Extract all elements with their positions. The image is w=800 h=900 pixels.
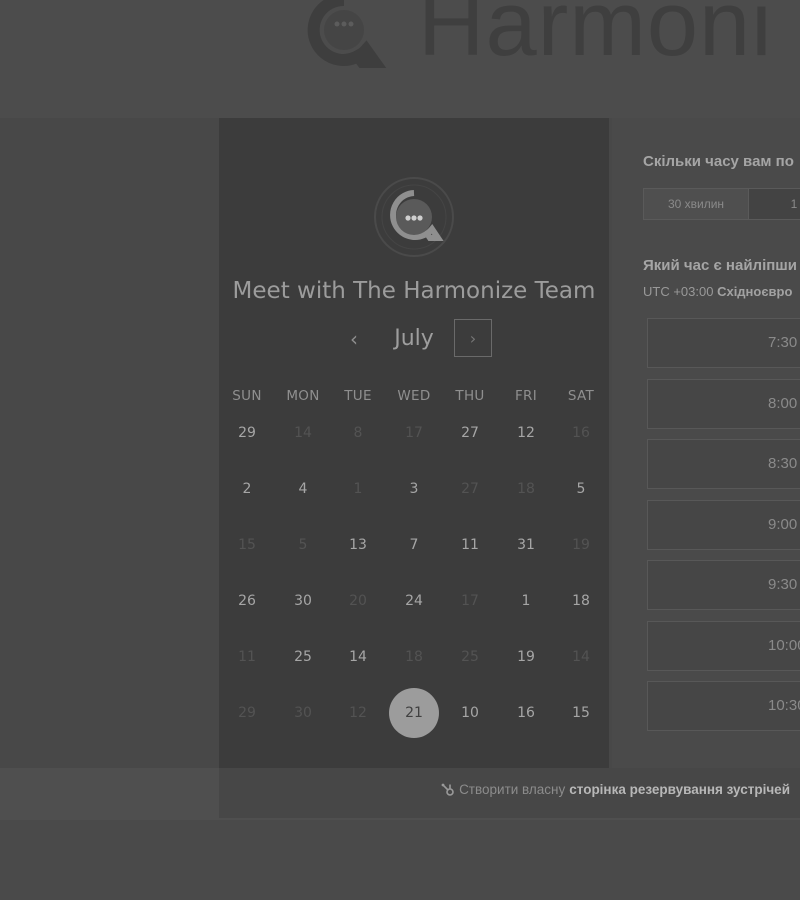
timezone-label[interactable]: UTC +03:00 Східноєвро [643, 284, 792, 299]
weekday-sun: SUN [232, 388, 262, 404]
calendar-day: 18 [405, 649, 423, 665]
time-slot[interactable]: 7:30 [647, 318, 800, 368]
booking-panel: Скільки часу вам по 30 хвилин 1 го Який … [612, 118, 800, 768]
calendar-day: 16 [572, 425, 590, 441]
duration-question: Скільки часу вам по [643, 153, 794, 170]
weekday-thu: THU [455, 388, 485, 404]
calendar-day-selected[interactable]: 21 [389, 688, 439, 738]
timezone-offset: UTC +03:00 [643, 284, 714, 299]
calendar-day[interactable]: 26 [222, 576, 272, 626]
calendar-day[interactable]: 24 [389, 576, 439, 626]
calendar-day: 18 [517, 481, 535, 497]
time-slot[interactable]: 8:00 [647, 378, 800, 429]
calendar-day[interactable]: 1 [501, 576, 551, 626]
next-month-button[interactable]: › [454, 319, 492, 357]
calendar-day[interactable]: 18 [556, 576, 606, 626]
header-band: Harmoni [0, 0, 800, 118]
calendar-day: 14 [294, 425, 312, 441]
calendar-day[interactable]: 19 [501, 632, 551, 682]
time-slot[interactable]: 10:00 [647, 620, 800, 671]
duration-option-60[interactable]: 1 го [749, 189, 800, 219]
calendar-day[interactable]: 12 [501, 408, 551, 458]
calendar-panel: Meet with The Harmonize Team ‹ July › SU… [219, 118, 609, 768]
weekday-fri: FRI [514, 388, 538, 404]
calendar-day: 30 [294, 705, 312, 721]
timezone-name: Східноєвро [717, 284, 793, 299]
calendar-day: 17 [405, 425, 423, 441]
calendar-day[interactable]: 29 [222, 408, 272, 458]
calendar-day[interactable]: 13 [333, 520, 383, 570]
footer: Створити власну сторінка резервування зу… [219, 768, 800, 818]
brand-name: Harmoni [418, 0, 773, 75]
month-label: July [394, 326, 434, 351]
calendar-day: 19 [572, 537, 590, 553]
sprocket-icon [441, 783, 454, 796]
calendar-day: 1 [353, 481, 363, 497]
calendar-day[interactable]: 14 [333, 632, 383, 682]
month-navigation: ‹ July › [219, 318, 609, 360]
time-slot[interactable]: 8:30 [647, 439, 800, 489]
prev-month-button[interactable]: ‹ [339, 324, 369, 354]
weekday-mon: MON [286, 388, 320, 404]
time-slot[interactable]: 9:30 [647, 560, 800, 610]
calendar-day[interactable]: 16 [501, 688, 551, 738]
calendar-day: 8 [353, 425, 363, 441]
calendar-day: 14 [572, 649, 590, 665]
calendar-day[interactable]: 2 [222, 464, 272, 514]
calendar-day[interactable]: 11 [445, 520, 495, 570]
calendar-day[interactable]: 4 [278, 464, 328, 514]
weekday-tue: TUE [344, 388, 372, 404]
duration-option-30[interactable]: 30 хвилин [644, 189, 749, 219]
calendar-day[interactable]: 30 [278, 576, 328, 626]
weekday-sat: SAT [567, 388, 595, 404]
time-slot[interactable]: 9:00 [647, 499, 800, 550]
calendar-day: 12 [349, 705, 367, 721]
team-logo-icon [374, 177, 454, 257]
calendar-day[interactable]: 27 [445, 408, 495, 458]
time-slot[interactable]: 10:30 [647, 681, 800, 731]
calendar-day[interactable]: 25 [278, 632, 328, 682]
footer-cta[interactable]: Створити власну сторінка резервування зу… [441, 782, 790, 797]
calendar-day[interactable]: 3 [389, 464, 439, 514]
calendar-day: 5 [298, 537, 308, 553]
calendar-day[interactable]: 7 [389, 520, 439, 570]
weekday-wed: WED [397, 388, 431, 404]
calendar-day: 29 [238, 705, 256, 721]
time-question: Який час є найліпши [643, 257, 798, 274]
calendar-day[interactable]: 10 [445, 688, 495, 738]
meeting-title: Meet with The Harmonize Team [232, 278, 596, 304]
brand-logo-icon [307, 0, 387, 68]
calendar-day: 27 [461, 481, 479, 497]
duration-selector: 30 хвилин 1 го [643, 188, 800, 220]
calendar-day: 11 [238, 649, 256, 665]
calendar-day: 25 [461, 649, 479, 665]
weekday-header: SUN MON TUE WED THU FRI SAT [219, 388, 609, 408]
calendar-day[interactable]: 15 [556, 688, 606, 738]
calendar-day[interactable]: 5 [556, 464, 606, 514]
calendar-day: 20 [349, 593, 367, 609]
footer-text: Створити власну [459, 782, 566, 797]
calendar-day: 15 [238, 537, 256, 553]
footer-link[interactable]: сторінка резервування зустрічей [569, 782, 790, 797]
calendar-day: 17 [461, 593, 479, 609]
calendar-day[interactable]: 31 [501, 520, 551, 570]
